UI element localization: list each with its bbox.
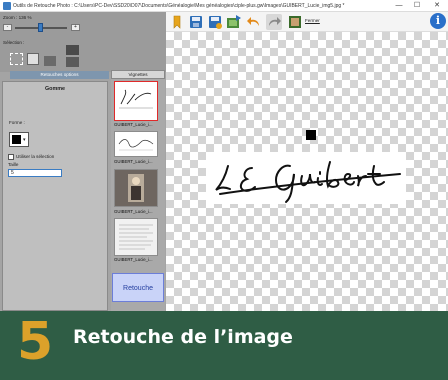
thumbnail-3-label: GUIBERT_Lucie_i... — [114, 209, 153, 214]
thumbnail-1[interactable] — [114, 81, 158, 121]
crop-icon[interactable] — [66, 57, 79, 67]
thumbnail-4-label: GUIBERT_Lucie_i... — [114, 257, 153, 262]
taille-label: Taille — [8, 162, 19, 167]
thumbnail-4[interactable] — [114, 218, 158, 256]
toolbar: Fermer i — [166, 12, 448, 32]
signature-image[interactable] — [206, 152, 406, 204]
step-title: Retouche de l’image — [73, 326, 293, 348]
close-photo-icon[interactable] — [287, 14, 303, 30]
flip-icon[interactable] — [66, 45, 79, 55]
vignettes-header: Vignettes — [111, 70, 165, 79]
panel-title: Gomme — [44, 86, 66, 92]
title-bar: Outils de Retouche Photo : C:\Users\PC-D… — [0, 0, 448, 12]
zoom-out-button[interactable]: - — [3, 24, 12, 31]
step-number: 5 — [17, 312, 54, 372]
forme-select[interactable]: ▾ — [9, 132, 29, 147]
save-as-icon[interactable] — [207, 14, 223, 30]
zoom-area: Zoom : 136 % - + Sélection : — [0, 12, 166, 72]
eraser-cursor — [306, 130, 316, 140]
thumbnail-3[interactable] — [114, 169, 158, 207]
zoom-in-button[interactable]: + — [71, 24, 80, 31]
bookmark-icon[interactable] — [169, 14, 185, 30]
save-icon[interactable] — [188, 14, 204, 30]
zoom-label: Zoom : 136 % — [3, 15, 32, 20]
tab-retouches-options[interactable]: Retouches options — [10, 71, 109, 79]
selection-label: Sélection : — [3, 40, 25, 45]
utiliser-label: Utiliser la sélection — [16, 154, 55, 159]
zoom-slider-thumb[interactable] — [38, 23, 43, 32]
thumbnail-1-label: GUIBERT_Lucie_i... — [114, 122, 153, 127]
window-title: Outils de Retouche Photo : C:\Users\PC-D… — [13, 3, 345, 9]
rect-select-icon[interactable] — [10, 53, 23, 65]
redo-icon[interactable] — [266, 14, 282, 30]
app-icon — [3, 2, 11, 10]
maximize-button[interactable]: ☐ — [410, 1, 424, 11]
thumbnail-2-label: GUIBERT_Lucie_i... — [114, 159, 153, 164]
image-export-icon[interactable] — [226, 14, 242, 30]
move-select-icon[interactable] — [27, 53, 39, 65]
retouche-button[interactable]: Retouche — [112, 273, 164, 302]
close-button[interactable]: ✕ — [430, 1, 444, 11]
thumbnail-2[interactable] — [114, 131, 158, 157]
info-icon[interactable]: i — [430, 13, 446, 29]
forme-label: Forme : — [9, 120, 25, 125]
layers-icon[interactable] — [44, 56, 56, 66]
minimize-button[interactable]: — — [392, 1, 406, 11]
undo-icon[interactable] — [246, 14, 262, 30]
utiliser-checkbox[interactable] — [8, 154, 14, 160]
gomme-panel: Gomme Forme : ▾ Utiliser la sélection Ta… — [2, 81, 108, 311]
fermer-link[interactable]: Fermer — [305, 18, 320, 23]
taille-input[interactable]: 5 — [8, 169, 62, 177]
